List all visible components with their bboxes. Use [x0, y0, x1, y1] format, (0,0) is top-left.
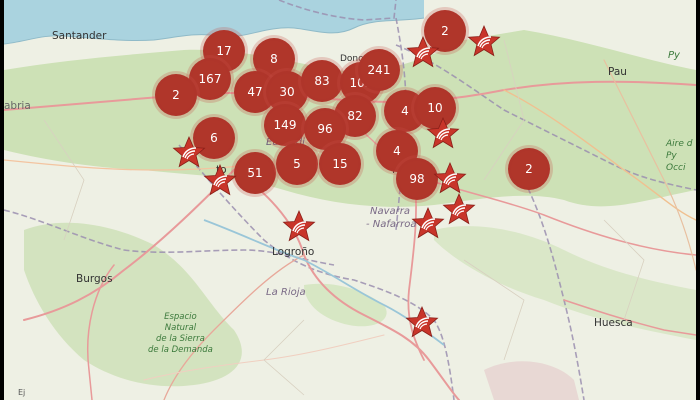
- cluster-count: 149: [273, 118, 297, 132]
- cluster-count: 5: [293, 157, 301, 171]
- label-right-edge-line-3: Occi: [666, 163, 686, 173]
- cluster-marker[interactable]: 98: [396, 158, 438, 200]
- red-star-marker-icon[interactable]: [467, 24, 501, 58]
- cluster-count: 51: [247, 166, 263, 180]
- red-star-marker-icon[interactable]: [411, 206, 445, 240]
- cluster-count: 98: [409, 172, 425, 186]
- red-star-marker-icon[interactable]: [282, 209, 316, 243]
- cluster-marker[interactable]: 149: [264, 104, 306, 146]
- cluster-marker[interactable]: 2: [155, 74, 197, 116]
- cluster-marker[interactable]: 2: [508, 148, 550, 190]
- label-right-edge: Aire d Py Occi: [666, 138, 692, 174]
- red-star-marker-icon[interactable]: [426, 116, 460, 150]
- label-espacio-natural: Espacio Natural de la Sierra de la Deman…: [148, 312, 213, 356]
- cluster-marker[interactable]: 15: [319, 143, 361, 185]
- label-nafarroa: - Nafarroa: [366, 219, 417, 230]
- label-espacio-line-4: de la Demanda: [148, 345, 213, 355]
- cluster-count: 82: [347, 109, 363, 123]
- label-santander: Santander: [52, 30, 107, 42]
- red-star-marker-icon[interactable]: [406, 35, 440, 69]
- label-burgos: Burgos: [76, 273, 113, 285]
- cluster-count: 167: [198, 72, 222, 86]
- map-viewport[interactable]: Santander Pau Euskadi Navarra - Nafarroa…: [4, 0, 696, 400]
- label-logrono: Logroño: [272, 246, 315, 258]
- cluster-count: 30: [279, 85, 295, 99]
- cluster-marker[interactable]: 241: [358, 49, 400, 91]
- cluster-marker[interactable]: 5: [276, 143, 318, 185]
- label-espacio-line-1: Espacio: [164, 312, 197, 322]
- label-espacio-line-2: Natural: [164, 323, 197, 333]
- red-star-marker-icon[interactable]: [172, 135, 206, 169]
- cluster-count: 6: [210, 131, 218, 145]
- label-huesca: Huesca: [594, 317, 633, 329]
- label-right-edge-line-2: Py: [666, 151, 677, 161]
- red-star-marker-icon[interactable]: [203, 163, 237, 197]
- cluster-count: 241: [367, 63, 391, 77]
- cluster-count: 17: [216, 44, 232, 58]
- cluster-marker[interactable]: 83: [301, 60, 343, 102]
- label-tiny-bottom-left: Ej: [18, 388, 26, 397]
- red-star-marker-icon[interactable]: [442, 192, 476, 226]
- cluster-count: 15: [332, 157, 348, 171]
- cluster-count: 4: [393, 144, 401, 158]
- label-right-edge-line-1: Aire d: [666, 139, 693, 149]
- label-left-edge: abria: [4, 100, 31, 112]
- label-navarra: Navarra: [370, 206, 411, 217]
- label-la-rioja: La Rioja: [266, 287, 306, 298]
- cluster-count: 47: [247, 85, 263, 99]
- cluster-count: 4: [401, 104, 409, 118]
- cluster-count: 8: [270, 52, 278, 66]
- red-star-marker-icon[interactable]: [433, 161, 467, 195]
- cluster-count: 10: [427, 101, 443, 115]
- red-star-marker-icon[interactable]: [405, 305, 439, 339]
- cluster-count: 2: [441, 24, 449, 38]
- cluster-count: 96: [317, 122, 333, 136]
- cluster-count: 2: [525, 162, 533, 176]
- label-pyrenees-fragment: Py: [668, 50, 680, 61]
- label-pau: Pau: [608, 66, 627, 78]
- cluster-marker[interactable]: 51: [234, 152, 276, 194]
- cluster-count: 2: [172, 88, 180, 102]
- cluster-count: 83: [314, 74, 330, 88]
- label-espacio-line-3: de la Sierra: [156, 334, 205, 344]
